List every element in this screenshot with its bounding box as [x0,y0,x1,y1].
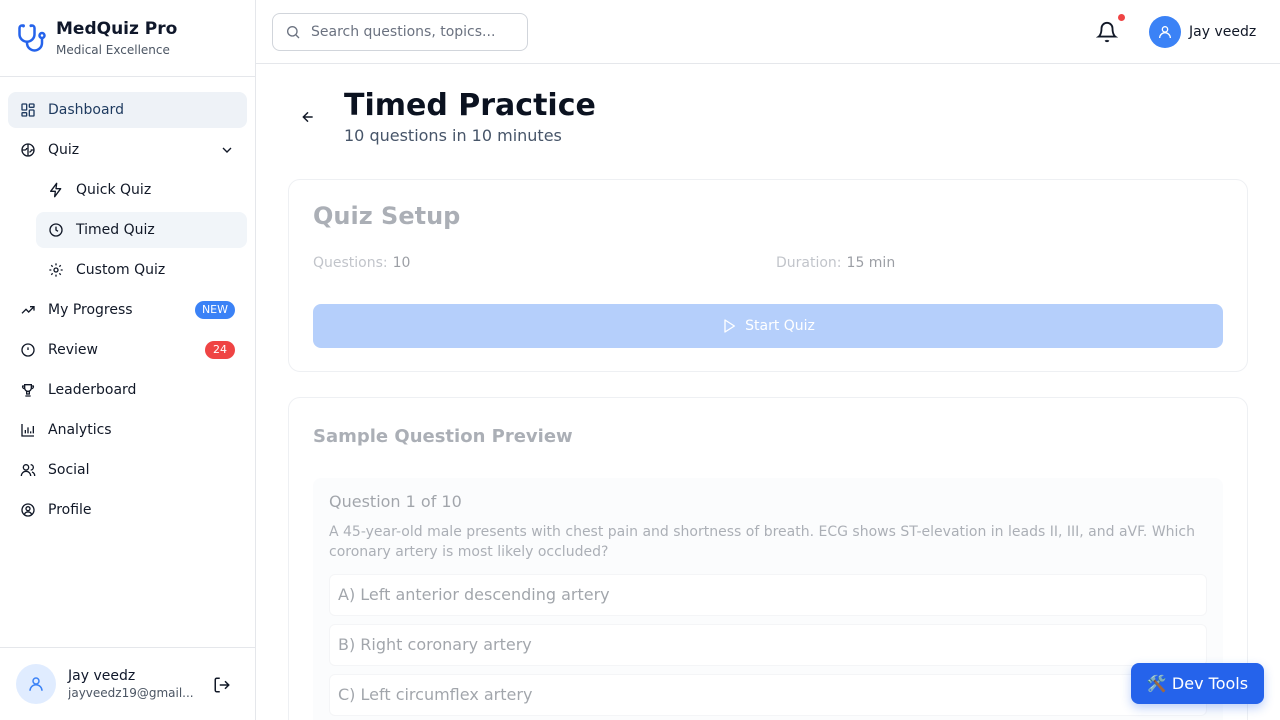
sidebar-item-analytics[interactable]: Analytics [8,412,247,448]
question-box: Question 1 of 10 A 45-year-old male pres… [313,478,1223,720]
play-icon [724,319,736,333]
brain-icon [20,142,36,158]
duration-value: 15 min [846,255,896,271]
quiz-setup-title: Quiz Setup [313,202,461,230]
sidebar-item-timed-quiz[interactable]: Timed Quiz [36,212,247,248]
sidebar-item-label: Social [48,462,90,478]
questions-meta: Questions: 10 [313,255,410,271]
dev-tools-button[interactable]: 🛠️ Dev Tools [1131,663,1264,704]
main-content: Timed Practice 10 questions in 10 minute… [256,64,1280,720]
sample-preview-card: Sample Question Preview Question 1 of 10… [288,397,1248,720]
page-title: Timed Practice [344,88,596,123]
logout-icon[interactable] [213,676,231,694]
alert-circle-icon [20,342,36,358]
back-arrow-icon[interactable] [300,109,316,125]
top-bar: Jay veedz [256,0,1280,64]
sidebar: MedQuiz Pro Medical Excellence Dashboard… [0,0,256,720]
sidebar-item-label: My Progress [48,302,133,318]
sidebar-item-label: Analytics [48,422,112,438]
zap-icon [48,182,64,198]
sidebar-item-label: Quiz [48,142,80,158]
gear-icon [48,262,64,278]
duration-label: Duration: [776,255,842,271]
sidebar-item-label: Leaderboard [48,382,137,398]
duration-meta: Duration: 15 min [776,255,895,271]
answer-option[interactable]: C) Left circumflex artery [329,674,1207,716]
brand-subtitle: Medical Excellence [56,42,170,57]
sidebar-item-dashboard[interactable]: Dashboard [8,92,247,128]
trophy-icon [20,382,36,398]
notification-dot [1118,14,1125,21]
start-quiz-button[interactable]: Start Quiz [313,304,1223,348]
user-circle-icon [20,502,36,518]
questions-label: Questions: [313,255,388,271]
preview-title: Sample Question Preview [313,426,573,447]
sidebar-item-custom-quiz[interactable]: Custom Quiz [36,252,247,288]
sidebar-item-label: Review [48,342,98,358]
answer-option[interactable]: B) Right coronary artery [329,624,1207,666]
sidebar-item-label: Custom Quiz [76,262,166,278]
trending-up-icon [20,302,36,318]
sidebar-item-social[interactable]: Social [8,452,247,488]
sidebar-item-label: Timed Quiz [76,222,155,238]
sidebar-item-my-progress[interactable]: My Progress NEW [8,292,247,328]
questions-value: 10 [392,255,411,271]
page-subtitle: 10 questions in 10 minutes [344,126,562,145]
sidebar-user: Jay veedz jayveedz19@gmail... [0,647,255,720]
quiz-setup-card: Quiz Setup Questions: 10 Duration: 15 min … [288,179,1248,372]
sidebar-item-quiz[interactable]: Quiz [8,132,247,168]
sidebar-item-label: Quick Quiz [76,182,152,198]
sidebar-item-quick-quiz[interactable]: Quick Quiz [36,172,247,208]
new-badge: NEW [194,301,235,319]
bell-icon[interactable] [1096,21,1118,43]
brand-title: MedQuiz Pro [56,18,178,39]
dashboard-icon [20,102,36,118]
brand[interactable]: MedQuiz Pro Medical Excellence [0,0,255,77]
start-quiz-label: Start Quiz [745,318,815,334]
avatar[interactable] [16,664,56,704]
header-user-name: Jay veedz [1189,24,1257,40]
review-count-badge: 24 [205,341,235,359]
header-user-menu[interactable]: Jay veedz [1149,16,1256,48]
sidebar-item-profile[interactable]: Profile [8,492,247,528]
search-input[interactable] [311,24,511,40]
question-number: Question 1 of 10 [329,492,462,511]
question-text: A 45-year-old male presents with chest p… [329,524,1195,560]
users-icon [20,462,36,478]
sidebar-item-review[interactable]: Review 24 [8,332,247,368]
avatar [1149,16,1181,48]
search-box[interactable] [272,13,528,51]
chevron-down-icon[interactable] [219,142,235,158]
clock-icon [48,222,64,238]
sidebar-item-leaderboard[interactable]: Leaderboard [8,372,247,408]
sidebar-item-label: Profile [48,502,92,518]
answer-option[interactable]: A) Left anterior descending artery [329,574,1207,616]
bar-chart-icon [20,422,36,438]
sidebar-item-label: Dashboard [48,102,124,118]
user-email: jayveedz19@gmail... [68,686,194,700]
stethoscope-icon [16,22,48,54]
sidebar-nav: Dashboard Quiz Quick Quiz Timed Quiz Cus… [8,92,247,532]
user-name: Jay veedz [68,668,136,684]
search-icon [287,26,300,39]
